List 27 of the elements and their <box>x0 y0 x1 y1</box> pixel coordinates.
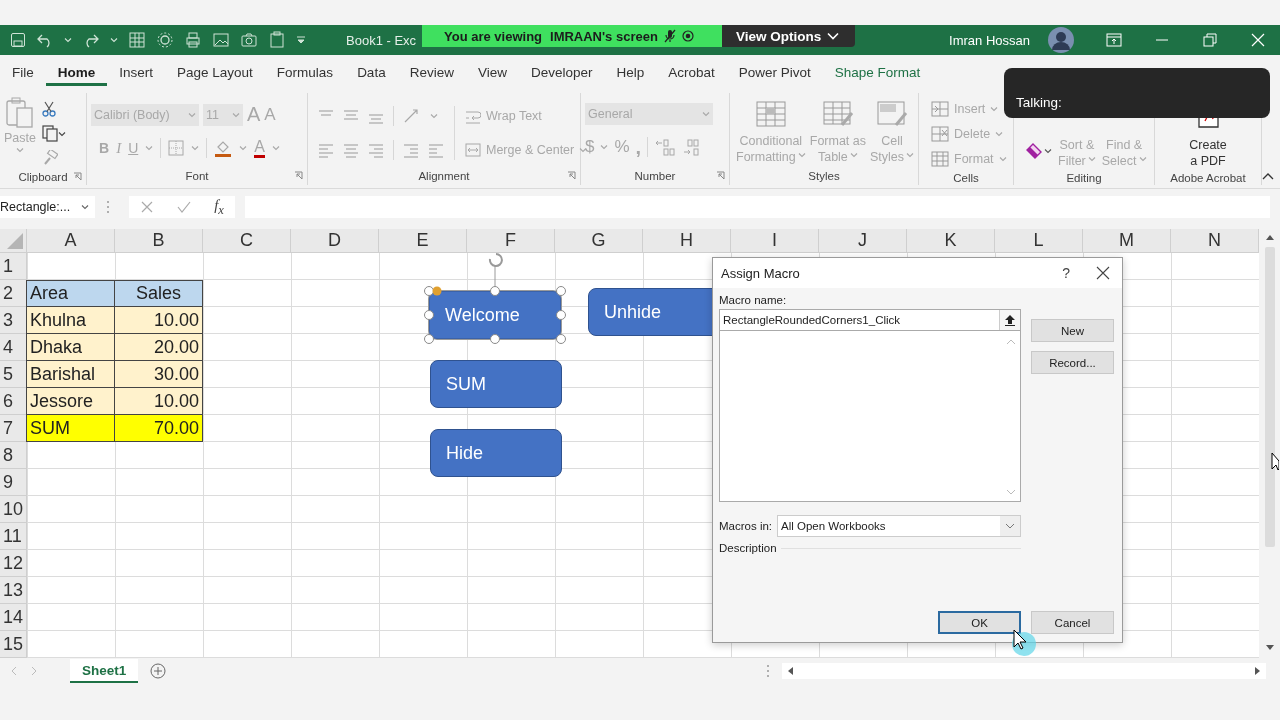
table-cell: Barishal <box>26 361 115 388</box>
table-cell: 30.00 <box>115 361 203 388</box>
table-cell: Sales <box>115 280 203 307</box>
table-cell: Jessore <box>26 388 115 415</box>
table-cell: SUM <box>26 415 115 442</box>
table-cell: 10.00 <box>115 307 203 334</box>
table-cell: 20.00 <box>115 334 203 361</box>
group-label: Alignment <box>418 170 470 182</box>
table-cell: Area <box>26 280 115 307</box>
group-label: Adobe Acrobat <box>1170 172 1246 184</box>
field-label: Description <box>719 542 777 554</box>
group-label: Font <box>185 170 209 182</box>
talking-label: Talking: <box>1016 95 1062 110</box>
group-label: Styles <box>808 170 840 182</box>
dialog-title: Assign Macro <box>721 265 800 281</box>
table-cell: Khulna <box>26 307 115 334</box>
group-label: Number <box>634 170 676 182</box>
group-label: Editing <box>1066 172 1102 184</box>
table-cell: 10.00 <box>115 388 203 415</box>
field-label: Macros in: <box>719 520 774 532</box>
document-title: Book1 - Exc <box>346 32 417 48</box>
group-label: Cells <box>953 172 979 184</box>
table-cell: 70.00 <box>115 415 203 442</box>
screen-share-banner: You are viewing IMRAAN's screen <box>422 25 722 47</box>
user-name: Imran Hossan <box>949 32 1030 48</box>
group-label: Clipboard <box>18 170 68 183</box>
table-cell: Dhaka <box>26 334 115 361</box>
